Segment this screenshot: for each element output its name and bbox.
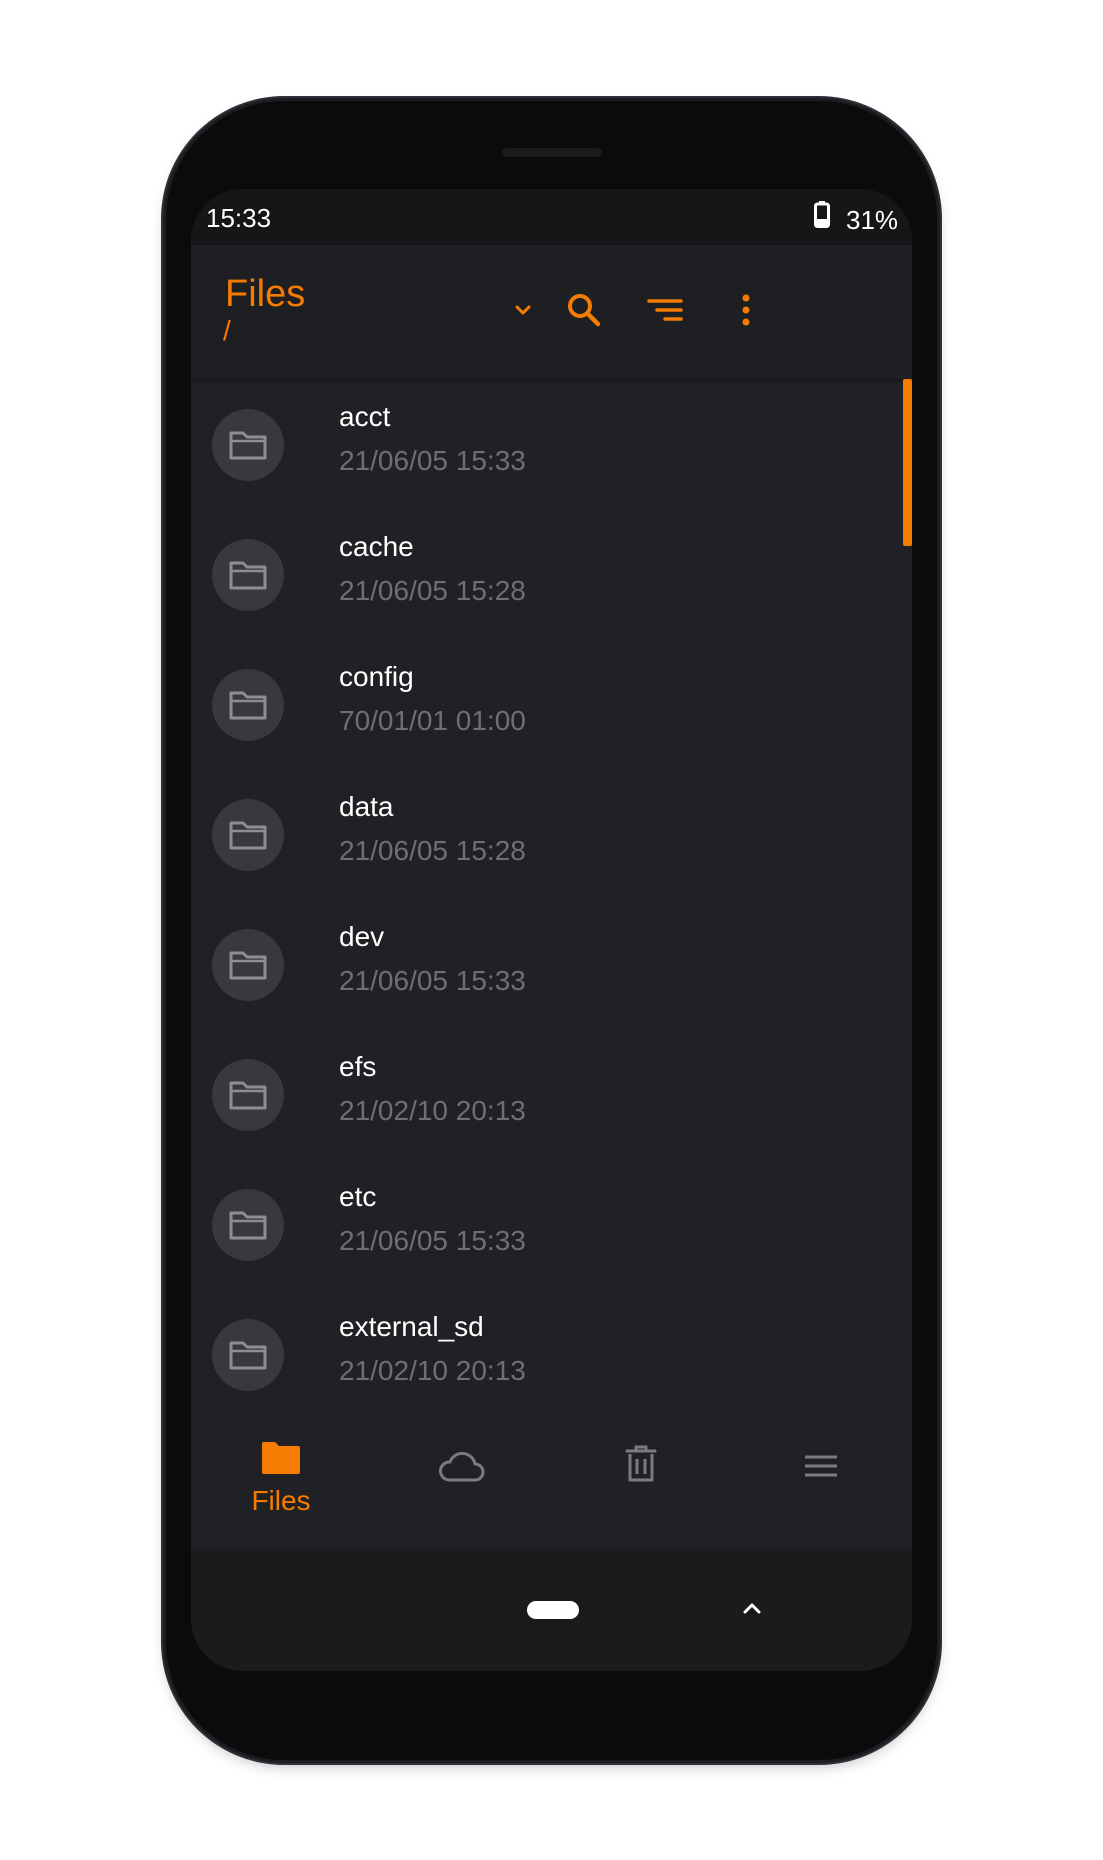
earpiece-speaker (502, 148, 602, 157)
list-item-acct[interactable]: acct 21/06/05 15:33 (191, 379, 912, 509)
file-date: 21/06/05 15:33 (339, 1225, 526, 1256)
file-date: 21/06/05 15:28 (339, 835, 526, 866)
app-bar: Files / (191, 245, 912, 379)
folder-avatar (212, 409, 284, 481)
app-drawer-button[interactable] (737, 1593, 767, 1623)
status-bar: 15:33 31% (191, 189, 912, 245)
search-button[interactable] (560, 288, 608, 336)
list-item-etc[interactable]: etc 21/06/05 15:33 (191, 1159, 912, 1289)
trash-icon (625, 1445, 657, 1482)
status-time: 15:33 (206, 203, 272, 233)
bottom-navigation: Files (191, 1399, 912, 1549)
folder-icon (229, 821, 267, 850)
file-name: data (339, 791, 394, 822)
folder-avatar (212, 1189, 284, 1261)
file-date: 21/02/10 20:13 (339, 1355, 526, 1386)
folder-icon (229, 561, 267, 590)
current-path[interactable]: / (223, 315, 231, 347)
cloud-icon (439, 1451, 485, 1482)
folder-avatar (212, 799, 284, 871)
folder-icon (229, 1081, 267, 1110)
list-item-cache[interactable]: cache 21/06/05 15:28 (191, 509, 912, 639)
app-title: Files (225, 273, 306, 315)
more-options-button[interactable] (722, 288, 770, 336)
more-vert-icon (741, 294, 751, 331)
nav-item-trash[interactable] (551, 1399, 731, 1549)
scrollbar-thumb[interactable] (903, 379, 912, 546)
file-date: 21/06/05 15:33 (339, 965, 526, 996)
folder-icon (229, 1341, 267, 1370)
chevron-down-icon (513, 303, 533, 322)
list-item-efs[interactable]: efs 21/02/10 20:13 (191, 1029, 912, 1159)
nav-item-menu[interactable] (731, 1399, 911, 1549)
folder-avatar (212, 539, 284, 611)
file-name: config (339, 661, 414, 692)
sort-button[interactable] (641, 288, 689, 336)
folder-icon (229, 1211, 267, 1240)
list-item-data[interactable]: data 21/06/05 15:28 (191, 769, 912, 899)
phone-frame: 15:33 31% Files / acct 21/06/05 15:33 ca… (166, 101, 937, 1760)
folder-icon (229, 691, 267, 720)
home-gesture-pill[interactable] (527, 1601, 579, 1619)
list-item-dev[interactable]: dev 21/06/05 15:33 (191, 899, 912, 1029)
nav-label-files: Files (251, 1485, 311, 1516)
file-date: 21/02/10 20:13 (339, 1095, 526, 1126)
path-dropdown-button[interactable] (499, 288, 547, 336)
folder-icon (229, 951, 267, 980)
phone-screen: 15:33 31% Files / acct 21/06/05 15:33 ca… (191, 189, 912, 1671)
file-name: cache (339, 531, 414, 562)
list-item-external-sd[interactable]: external_sd 21/02/10 20:13 (191, 1289, 912, 1399)
folder-icon (229, 431, 267, 460)
folder-avatar (212, 669, 284, 741)
battery-icon (814, 201, 830, 228)
nav-item-files[interactable]: Files (191, 1399, 371, 1549)
folder-filled-icon (262, 1442, 300, 1474)
search-icon (566, 292, 602, 333)
chevron-up-icon (743, 1603, 761, 1614)
folder-avatar (212, 1059, 284, 1131)
file-date: 21/06/05 15:33 (339, 445, 526, 476)
file-name: acct (339, 401, 391, 432)
nav-item-cloud[interactable] (371, 1399, 551, 1549)
folder-avatar (212, 1319, 284, 1391)
system-navigation-bar (191, 1549, 912, 1671)
sort-icon (647, 296, 683, 329)
battery-percent: 31% (846, 205, 899, 235)
menu-icon (805, 1455, 837, 1477)
file-date: 21/06/05 15:28 (339, 575, 526, 606)
file-name: etc (339, 1181, 377, 1212)
file-name: dev (339, 921, 385, 952)
file-name: efs (339, 1051, 377, 1082)
file-date: 70/01/01 01:00 (339, 705, 526, 736)
file-name: external_sd (339, 1311, 484, 1342)
list-item-config[interactable]: config 70/01/01 01:00 (191, 639, 912, 769)
file-list: acct 21/06/05 15:33 cache 21/06/05 15:28 (191, 379, 912, 1399)
folder-avatar (212, 929, 284, 1001)
